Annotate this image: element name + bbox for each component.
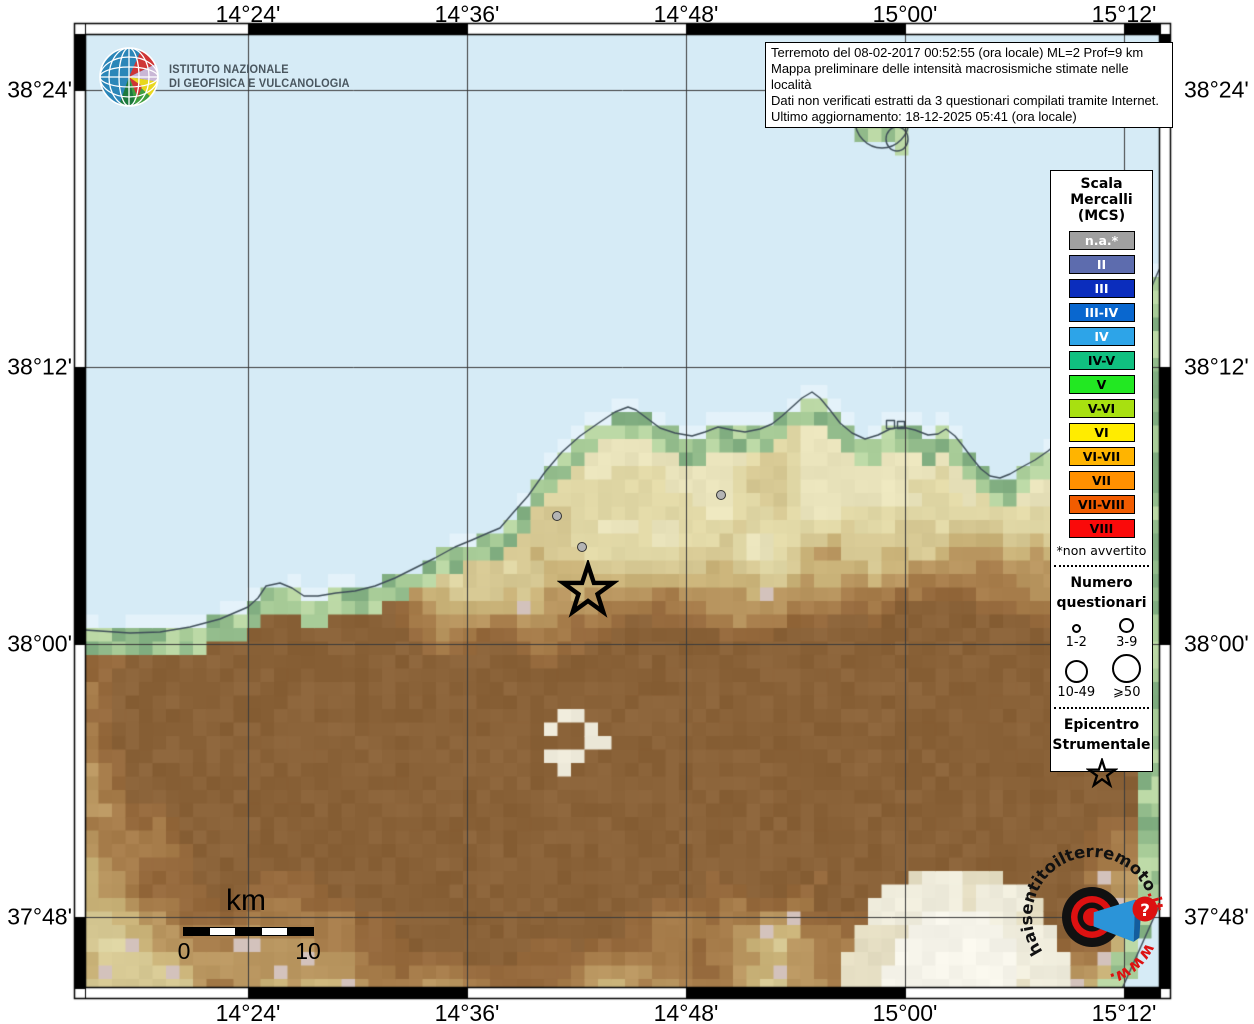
questionnaire-location-dot (716, 490, 726, 500)
info-line-updated: Ultimo aggiornamento: 18-12-2025 05:41 (… (771, 109, 1077, 124)
legend-footnote: *non avvertito (1056, 543, 1147, 558)
axis-label-top: 14°36' (434, 1, 500, 27)
watermark-www-text: www. (1107, 940, 1159, 988)
axis-label-bottom: 15°00' (872, 1000, 938, 1024)
legend-title: Scala Mercalli (MCS) (1070, 176, 1133, 224)
ingv-logo-text: ISTITUTO NAZIONALE DI GEOFISICA E VULCAN… (169, 63, 350, 91)
legend-panel: Scala Mercalli (MCS) n.a.* II III III-IV… (1050, 170, 1153, 789)
questionnaire-location-dot (552, 511, 562, 521)
epicenter-key-title: Epicentro Strumentale (1052, 717, 1151, 753)
ingv-globe-icon (99, 47, 159, 107)
mcs-swatch-iii-iv: III-IV (1068, 303, 1135, 322)
mcs-swatch-vi: VI (1068, 423, 1135, 442)
size-key-10-49: 10-49 (1051, 654, 1102, 700)
mcs-swatch-iv: IV (1068, 327, 1135, 346)
earthquake-intensity-map-page: 14°24' 14°36' 14°48' 15°00' 15°12' 14°24… (0, 0, 1254, 1024)
ingv-name-line2: DI GEOFISICA E VULCANOLOGIA (169, 78, 350, 90)
axis-label-bottom: 15°12' (1091, 1000, 1157, 1024)
size-circle-icon (1119, 618, 1135, 633)
size-circle-icon (1071, 624, 1081, 633)
mcs-swatch-v: V (1068, 375, 1135, 394)
axis-label-bottom: 14°36' (434, 1000, 500, 1024)
scale-tick-0: 0 (177, 938, 191, 964)
axis-label-right: 38°12' (1184, 353, 1249, 380)
questionnaires-title: Numero questionari (1056, 575, 1147, 611)
question-mark-icon: ? (1132, 896, 1158, 922)
size-key-1-2: 1-2 (1051, 618, 1102, 650)
axis-label-left: 38°12' (7, 353, 72, 380)
axis-label-top: 14°48' (653, 1, 719, 27)
mcs-swatch-vii-viii: VII-VIII (1068, 495, 1135, 514)
axis-label-left: 38°24' (7, 76, 72, 103)
axis-label-right: 38°24' (1184, 76, 1249, 103)
mcs-swatch-iii: III (1068, 279, 1135, 298)
size-circle-icon (1064, 660, 1088, 683)
info-line-event: Terremoto del 08-02-2017 00:52:55 (ora l… (771, 45, 1144, 60)
axis-label-bottom: 14°24' (215, 1000, 281, 1024)
axis-label-right: 38°00' (1184, 630, 1249, 657)
info-line-map: Mappa preliminare delle intensità macros… (771, 61, 1129, 92)
legend-separator (1054, 565, 1149, 567)
mcs-swatch-iv-v: IV-V (1068, 351, 1135, 370)
mcs-swatch-viii: VIII (1068, 519, 1135, 538)
axis-label-top: 15°12' (1091, 1, 1157, 27)
questionnaire-location-dot (577, 542, 587, 552)
mcs-swatch-na: n.a.* (1068, 231, 1135, 250)
axis-label-left: 38°00' (7, 630, 72, 657)
scale-bar-segments (183, 927, 314, 936)
axis-label-right: 37°48' (1184, 903, 1249, 930)
size-key-3-9: 3-9 (1102, 618, 1153, 650)
mcs-swatch-v-vi: V-VI (1068, 399, 1135, 418)
scale-unit-label: km (226, 884, 266, 917)
legend-separator (1054, 707, 1149, 709)
questionnaire-size-key: 1-2 3-9 10-49 ⩾50 (1051, 618, 1152, 700)
mcs-swatch-ii: II (1068, 255, 1135, 274)
svg-text:?: ? (1140, 901, 1150, 921)
info-line-data: Dati non verificati estratti da 3 questi… (771, 93, 1160, 108)
axis-label-top: 15°00' (872, 1, 938, 27)
instrumental-epicenter-star (557, 560, 619, 618)
mcs-swatch-vi-vii: VI-VII (1068, 447, 1135, 466)
earthquake-info-box: Terremoto del 08-02-2017 00:52:55 (ora l… (765, 42, 1173, 128)
mcs-scale-list: n.a.* II III III-IV IV IV-V V V-VI VI VI… (1051, 231, 1152, 538)
epicenter-star-icon (1084, 756, 1119, 789)
size-key-50plus: ⩾50 (1102, 654, 1153, 700)
size-circle-icon (1112, 654, 1142, 683)
axis-label-left: 37°48' (7, 903, 72, 930)
haisentitoilterremoto-logo: haisentitoilterremoto.it www. ? (1017, 842, 1167, 989)
axis-label-bottom: 14°48' (653, 1000, 719, 1024)
ingv-name-line1: ISTITUTO NAZIONALE (169, 64, 289, 76)
scale-tick-10: 10 (295, 938, 321, 964)
mcs-swatch-vii: VII (1068, 471, 1135, 490)
ingv-logo: ISTITUTO NAZIONALE DI GEOFISICA E VULCAN… (98, 46, 359, 108)
axis-label-top: 14°24' (215, 1, 281, 27)
